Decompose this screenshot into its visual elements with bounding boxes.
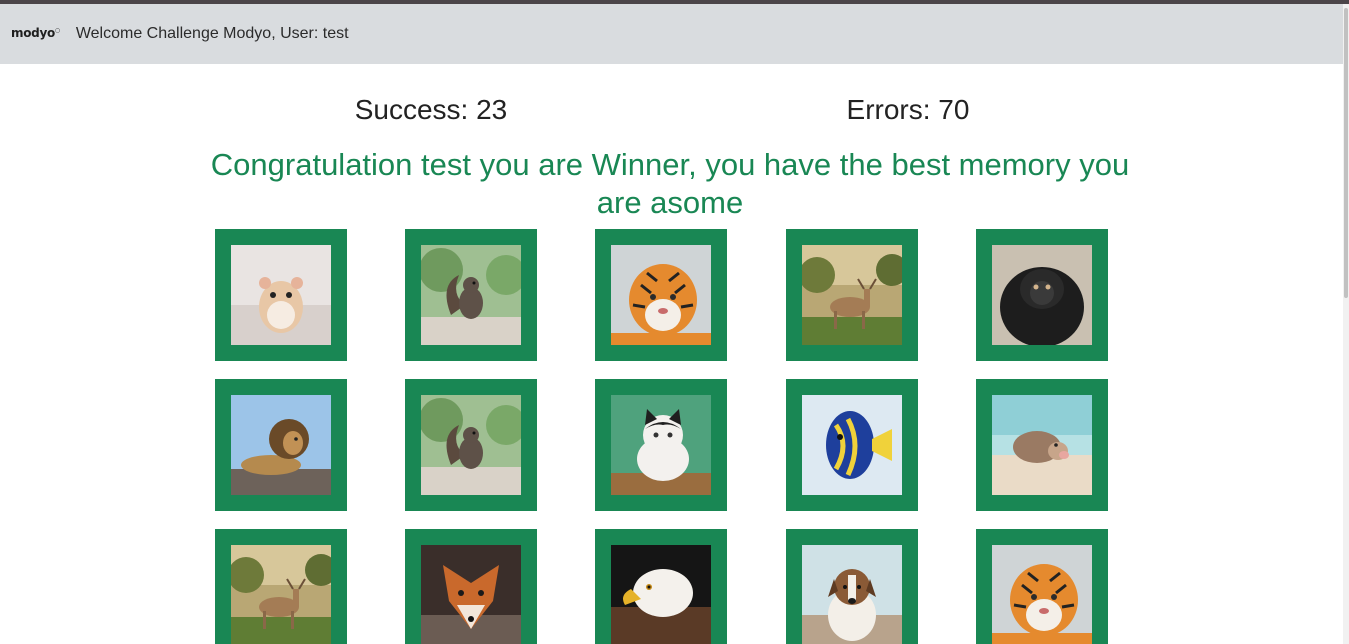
memory-card-tiger[interactable] xyxy=(976,529,1108,644)
winner-message: Congratulation test you are Winner, you … xyxy=(210,147,1130,220)
welcome-title: Welcome Challenge Modyo, User: test xyxy=(75,25,349,42)
memory-card-fox[interactable] xyxy=(405,529,537,644)
deer-photo xyxy=(231,545,331,644)
memory-card-deer[interactable] xyxy=(786,229,918,361)
lion-photo xyxy=(231,395,331,495)
scrollbar-thumb[interactable] xyxy=(1344,8,1348,298)
deer-photo xyxy=(802,245,902,345)
memory-card-squirrel[interactable] xyxy=(405,229,537,361)
memory-card-monkey[interactable] xyxy=(976,229,1108,361)
tiger-photo xyxy=(992,545,1092,644)
memory-card-cat[interactable] xyxy=(595,379,727,511)
dog-photo xyxy=(802,545,902,644)
memory-card-deer[interactable] xyxy=(215,529,347,644)
errors-counter: Errors: 70 xyxy=(846,94,970,125)
monkey-photo xyxy=(992,245,1092,345)
memory-card-dog[interactable] xyxy=(786,529,918,644)
success-counter: Success: 23 xyxy=(354,94,508,125)
squirrel-photo xyxy=(421,395,521,495)
memory-card-squirrel[interactable] xyxy=(405,379,537,511)
hamster-photo xyxy=(231,245,331,345)
memory-card-fish[interactable] xyxy=(786,379,918,511)
eagle-photo xyxy=(611,545,711,644)
memory-card-lion[interactable] xyxy=(215,379,347,511)
fox-photo xyxy=(421,545,521,644)
cat-photo xyxy=(611,395,711,495)
memory-card-tiger[interactable] xyxy=(595,229,727,361)
pig-photo xyxy=(992,395,1092,495)
tiger-photo xyxy=(611,245,711,345)
memory-card-hamster[interactable] xyxy=(215,229,347,361)
memory-card-eagle[interactable] xyxy=(595,529,727,644)
fish-photo xyxy=(802,395,902,495)
modyo-logo[interactable]: modyo○ xyxy=(11,26,60,40)
navbar: modyo○ Welcome Challenge Modyo, User: te… xyxy=(0,4,1343,64)
page-scrollbar[interactable] xyxy=(1343,4,1349,644)
memory-card-pig[interactable] xyxy=(976,379,1108,511)
squirrel-photo xyxy=(421,245,521,345)
